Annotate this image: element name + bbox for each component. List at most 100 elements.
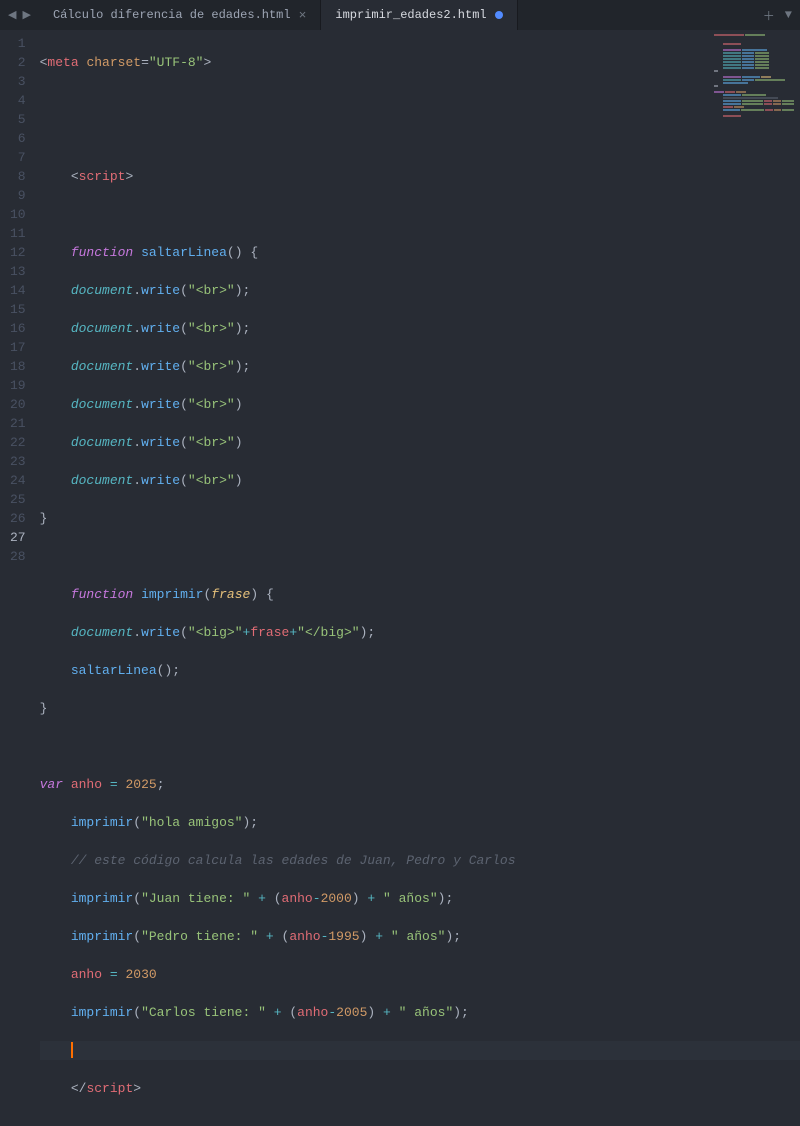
code-text: . xyxy=(133,397,141,412)
line-number: 1 xyxy=(10,34,26,53)
line-number: 13 xyxy=(10,262,26,281)
code-text: function xyxy=(71,245,133,260)
code-text: write xyxy=(141,435,180,450)
code-text: document xyxy=(71,359,133,374)
code-text: "UTF-8" xyxy=(149,55,204,70)
code-text: + xyxy=(367,891,375,906)
line-number: 8 xyxy=(10,167,26,186)
code-text: "Juan tiene: " xyxy=(141,891,250,906)
code-text: write xyxy=(141,359,180,374)
tab-item-2[interactable]: imprimir_edades2.html xyxy=(321,0,517,30)
code-text: imprimir xyxy=(71,1005,133,1020)
tab-dropdown-icon[interactable]: ▼ xyxy=(785,8,792,22)
code-text xyxy=(102,967,110,982)
code-text: anho xyxy=(71,967,102,982)
code-text: ( xyxy=(180,321,188,336)
code-text: 1995 xyxy=(328,929,359,944)
code-text: . xyxy=(133,625,141,640)
code-text xyxy=(118,967,126,982)
code-text: "<br>" xyxy=(188,359,235,374)
code-text: { xyxy=(250,245,258,260)
code-text: - xyxy=(313,891,321,906)
code-text: (); xyxy=(157,663,180,678)
line-number: 23 xyxy=(10,452,26,471)
cursor-icon xyxy=(71,1042,73,1058)
line-number: 12 xyxy=(10,243,26,262)
code-text: > xyxy=(125,169,133,184)
code-text: + xyxy=(274,1005,282,1020)
code-text: anho xyxy=(71,777,102,792)
code-text: script xyxy=(86,1081,133,1096)
code-text: "Carlos tiene: " xyxy=(141,1005,266,1020)
code-text: . xyxy=(133,283,141,298)
code-text: ) xyxy=(352,891,360,906)
tab-next-icon[interactable]: ▶ xyxy=(20,6,32,24)
code-text xyxy=(375,891,383,906)
code-text: imprimir xyxy=(141,587,203,602)
line-number: 20 xyxy=(10,395,26,414)
line-number: 7 xyxy=(10,148,26,167)
close-icon[interactable]: × xyxy=(299,8,307,23)
line-number: 24 xyxy=(10,471,26,490)
code-text: ) xyxy=(235,435,243,450)
code-text: document xyxy=(71,397,133,412)
code-text: meta xyxy=(47,55,78,70)
code-text: () xyxy=(227,245,243,260)
code-text: "<br>" xyxy=(188,473,235,488)
code-text: saltarLinea xyxy=(71,663,157,678)
line-number: 19 xyxy=(10,376,26,395)
code-text: " años" xyxy=(391,929,446,944)
code-text: ; xyxy=(157,777,165,792)
code-text xyxy=(258,929,266,944)
code-text: + xyxy=(266,929,274,944)
code-text: ) xyxy=(235,397,243,412)
code-text xyxy=(63,777,71,792)
code-text: "<br>" xyxy=(188,283,235,298)
code-text: ); xyxy=(235,359,251,374)
code-text: > xyxy=(203,55,211,70)
code-text: imprimir xyxy=(71,891,133,906)
code-text: saltarLinea xyxy=(141,245,227,260)
code-text: document xyxy=(71,625,133,640)
tab-item-1[interactable]: Cálculo diferencia de edades.html × xyxy=(39,0,321,30)
code-text: . xyxy=(133,321,141,336)
code-text: imprimir xyxy=(71,815,133,830)
code-text: ( xyxy=(282,929,290,944)
code-text: document xyxy=(71,473,133,488)
code-text: + xyxy=(375,929,383,944)
code-text: "</big>" xyxy=(297,625,359,640)
code-text xyxy=(266,891,274,906)
code-text: ( xyxy=(180,283,188,298)
code-text: document xyxy=(71,283,133,298)
line-number: 27 xyxy=(10,528,26,547)
tab-prev-icon[interactable]: ◀ xyxy=(6,6,18,24)
code-text xyxy=(282,1005,290,1020)
code-text: + xyxy=(383,1005,391,1020)
code-text: function xyxy=(71,587,133,602)
line-number: 9 xyxy=(10,186,26,205)
dirty-indicator-icon xyxy=(495,11,503,19)
line-number: 5 xyxy=(10,110,26,129)
code-text: " años" xyxy=(383,891,438,906)
code-text: ( xyxy=(180,359,188,374)
code-text: ( xyxy=(180,397,188,412)
code-text: ( xyxy=(133,929,141,944)
code-text: script xyxy=(79,169,126,184)
code-text: ); xyxy=(360,625,376,640)
new-tab-icon[interactable]: ＋ xyxy=(763,7,775,24)
code-text xyxy=(266,1005,274,1020)
code-text: </ xyxy=(71,1081,87,1096)
line-number: 6 xyxy=(10,129,26,148)
line-number: 3 xyxy=(10,72,26,91)
code-text: ); xyxy=(235,321,251,336)
line-number: 15 xyxy=(10,300,26,319)
code-text: ) xyxy=(235,473,243,488)
code-text: } xyxy=(40,511,48,526)
code-text xyxy=(391,1005,399,1020)
code-area[interactable]: <meta charset="UTF-8"> <script> function… xyxy=(40,30,800,563)
code-text: + xyxy=(289,625,297,640)
code-text: "<big>" xyxy=(188,625,243,640)
code-text xyxy=(258,587,266,602)
code-text: imprimir xyxy=(71,929,133,944)
code-text: ) xyxy=(367,1005,375,1020)
